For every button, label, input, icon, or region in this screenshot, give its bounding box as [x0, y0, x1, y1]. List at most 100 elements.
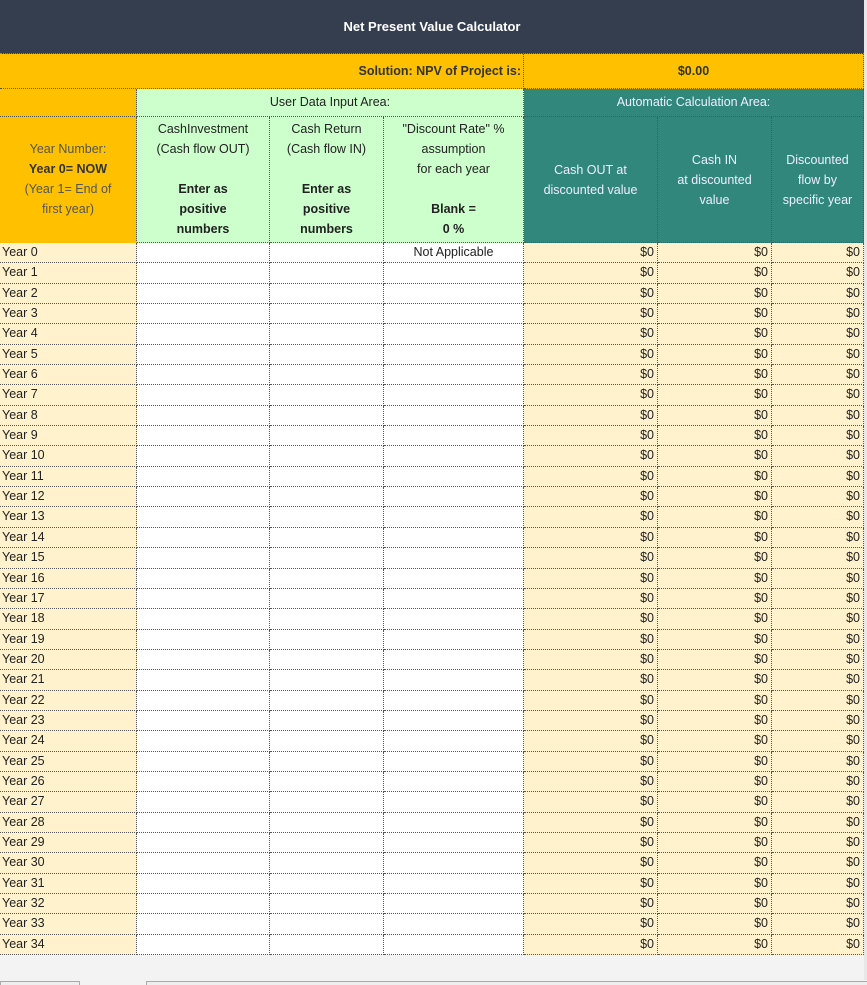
cash-return-input[interactable] — [270, 731, 384, 752]
cash-investment-input[interactable] — [137, 263, 270, 284]
cash-investment-input[interactable] — [137, 853, 270, 874]
discount-rate-input[interactable] — [384, 385, 524, 406]
discount-rate-input[interactable] — [384, 629, 524, 650]
cash-investment-input[interactable] — [137, 365, 270, 386]
discount-rate-input[interactable] — [384, 263, 524, 284]
cash-return-input[interactable] — [270, 263, 384, 284]
discount-rate-input[interactable] — [384, 873, 524, 894]
cash-return-input[interactable] — [270, 365, 384, 386]
discount-rate-input[interactable] — [384, 914, 524, 935]
cash-return-input[interactable] — [270, 670, 384, 691]
discount-rate-input[interactable] — [384, 792, 524, 813]
cash-return-input[interactable] — [270, 894, 384, 915]
cash-investment-input[interactable] — [137, 710, 270, 732]
cash-investment-input[interactable] — [137, 670, 270, 691]
cash-investment-input[interactable] — [137, 324, 270, 345]
cash-return-input[interactable] — [270, 548, 384, 569]
discount-rate-input[interactable] — [384, 568, 524, 589]
discount-rate-input[interactable] — [384, 487, 524, 508]
cash-investment-input[interactable] — [137, 588, 270, 610]
cash-return-input[interactable] — [270, 527, 384, 549]
cash-return-input[interactable] — [270, 812, 384, 833]
cash-investment-input[interactable] — [137, 832, 270, 854]
discount-rate-input[interactable] — [384, 466, 524, 488]
cash-return-input[interactable] — [270, 609, 384, 630]
cash-return-input[interactable] — [270, 751, 384, 772]
discount-rate-input[interactable] — [384, 527, 524, 549]
discount-rate-input[interactable] — [384, 283, 524, 305]
cash-investment-input[interactable] — [137, 649, 270, 671]
cash-return-input[interactable] — [270, 243, 384, 264]
discount-rate-input[interactable] — [384, 731, 524, 752]
npv-value[interactable]: $0.00 — [524, 54, 864, 89]
discount-rate-input[interactable] — [384, 771, 524, 793]
discount-rate-input[interactable] — [384, 507, 524, 528]
discount-rate-input[interactable] — [384, 304, 524, 325]
cash-investment-input[interactable] — [137, 487, 270, 508]
cash-return-input[interactable] — [270, 832, 384, 854]
cash-investment-input[interactable] — [137, 792, 270, 813]
discount-rate-input[interactable] — [384, 670, 524, 691]
discount-rate-input[interactable] — [384, 853, 524, 874]
cash-investment-input[interactable] — [137, 934, 270, 956]
cash-return-input[interactable] — [270, 283, 384, 305]
cash-return-input[interactable] — [270, 690, 384, 711]
cash-return-input[interactable] — [270, 914, 384, 935]
cash-investment-input[interactable] — [137, 344, 270, 366]
discount-rate-input[interactable] — [384, 588, 524, 610]
cash-investment-input[interactable] — [137, 385, 270, 406]
cash-return-input[interactable] — [270, 385, 384, 406]
discount-rate-input[interactable] — [384, 894, 524, 915]
cash-return-input[interactable] — [270, 771, 384, 793]
discount-rate-input[interactable] — [384, 710, 524, 732]
cash-return-input[interactable] — [270, 487, 384, 508]
cash-investment-input[interactable] — [137, 405, 270, 427]
cash-return-input[interactable] — [270, 934, 384, 956]
discount-rate-input[interactable] — [384, 548, 524, 569]
discount-rate-input[interactable] — [384, 365, 524, 386]
cash-investment-input[interactable] — [137, 283, 270, 305]
cash-investment-input[interactable] — [137, 507, 270, 528]
cash-investment-input[interactable] — [137, 629, 270, 650]
sheet-tab[interactable] — [0, 981, 80, 985]
discount-rate-input[interactable] — [384, 690, 524, 711]
cash-return-input[interactable] — [270, 588, 384, 610]
cash-investment-input[interactable] — [137, 527, 270, 549]
cash-return-input[interactable] — [270, 446, 384, 467]
discount-rate-input[interactable]: Not Applicable — [384, 243, 524, 264]
cash-return-input[interactable] — [270, 629, 384, 650]
discount-rate-input[interactable] — [384, 426, 524, 447]
cash-return-input[interactable] — [270, 324, 384, 345]
cash-return-input[interactable] — [270, 568, 384, 589]
cash-return-input[interactable] — [270, 507, 384, 528]
cash-return-input[interactable] — [270, 710, 384, 732]
discount-rate-input[interactable] — [384, 934, 524, 956]
cash-investment-input[interactable] — [137, 731, 270, 752]
cash-return-input[interactable] — [270, 873, 384, 894]
cash-investment-input[interactable] — [137, 548, 270, 569]
discount-rate-input[interactable] — [384, 649, 524, 671]
cash-investment-input[interactable] — [137, 426, 270, 447]
cash-investment-input[interactable] — [137, 812, 270, 833]
cash-return-input[interactable] — [270, 466, 384, 488]
discount-rate-input[interactable] — [384, 446, 524, 467]
discount-rate-input[interactable] — [384, 609, 524, 630]
cash-return-input[interactable] — [270, 792, 384, 813]
discount-rate-input[interactable] — [384, 751, 524, 772]
cash-investment-input[interactable] — [137, 446, 270, 467]
cash-return-input[interactable] — [270, 344, 384, 366]
cash-investment-input[interactable] — [137, 568, 270, 589]
cash-investment-input[interactable] — [137, 690, 270, 711]
cash-investment-input[interactable] — [137, 609, 270, 630]
discount-rate-input[interactable] — [384, 324, 524, 345]
cash-return-input[interactable] — [270, 405, 384, 427]
discount-rate-input[interactable] — [384, 405, 524, 427]
cash-investment-input[interactable] — [137, 894, 270, 915]
cash-return-input[interactable] — [270, 853, 384, 874]
cash-investment-input[interactable] — [137, 771, 270, 793]
cash-return-input[interactable] — [270, 649, 384, 671]
discount-rate-input[interactable] — [384, 812, 524, 833]
cash-investment-input[interactable] — [137, 304, 270, 325]
discount-rate-input[interactable] — [384, 832, 524, 854]
cash-return-input[interactable] — [270, 304, 384, 325]
